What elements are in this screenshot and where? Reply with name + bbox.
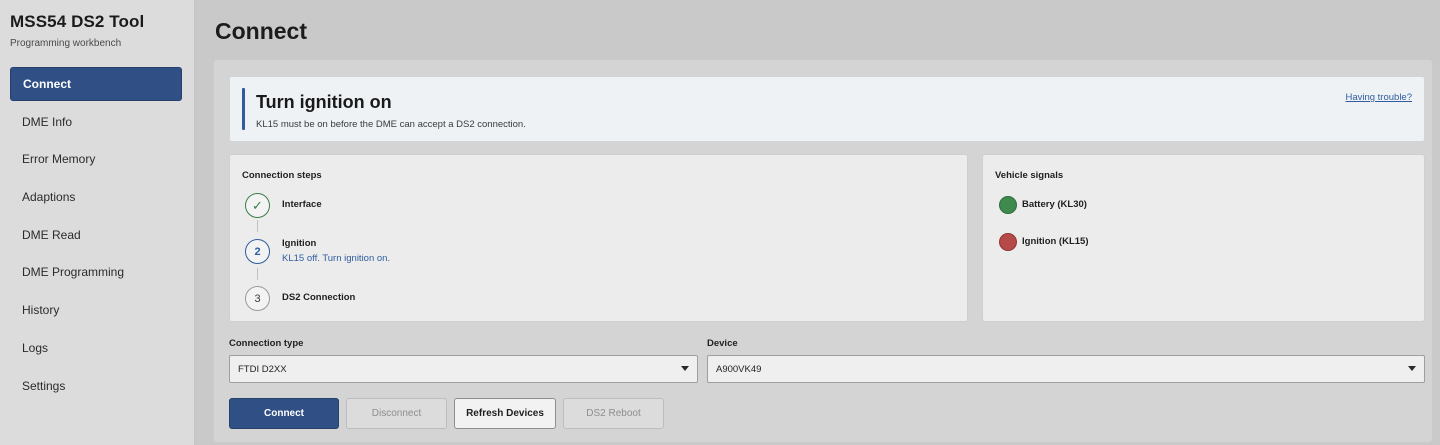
refresh-devices-button[interactable]: Refresh Devices xyxy=(454,398,556,429)
app-subtitle: Programming workbench xyxy=(10,38,122,49)
sidebar-item-settings[interactable]: Settings xyxy=(10,369,182,403)
ds2-reboot-button[interactable]: DS2 Reboot xyxy=(563,398,664,429)
sidebar-item-error-memory[interactable]: Error Memory xyxy=(10,142,182,176)
vehicle-signals-title: Vehicle signals xyxy=(995,170,1064,181)
device-select[interactable]: A900VK49 xyxy=(707,355,1425,383)
sidebar-item-history[interactable]: History xyxy=(10,293,182,327)
alert-accent-bar xyxy=(242,88,245,130)
step-label: DS2 Connection xyxy=(282,292,356,303)
connection-type-label: Connection type xyxy=(229,338,304,349)
sidebar-item-dme-info[interactable]: DME Info xyxy=(10,105,182,139)
connection-type-value: FTDI D2XX xyxy=(238,363,287,375)
step-number: 2 xyxy=(245,239,270,264)
sidebar-item-logs[interactable]: Logs xyxy=(10,331,182,365)
ignition-alert: Turn ignition on KL15 must be on before … xyxy=(229,76,1425,142)
disconnect-button[interactable]: Disconnect xyxy=(346,398,447,429)
chevron-down-icon xyxy=(1408,366,1416,371)
sidebar-item-dme-read[interactable]: DME Read xyxy=(10,218,182,252)
step-number: 3 xyxy=(245,286,270,311)
status-dot-icon xyxy=(999,233,1017,251)
connection-steps-title: Connection steps xyxy=(242,170,322,181)
status-dot-icon xyxy=(999,196,1017,214)
sidebar-item-connect[interactable]: Connect xyxy=(10,67,182,101)
sidebar-item-adaptions[interactable]: Adaptions xyxy=(10,180,182,214)
app-title: MSS54 DS2 Tool xyxy=(10,12,145,31)
vehicle-signals-card: Vehicle signals Battery (KL30) Ignition … xyxy=(982,154,1425,322)
connection-steps-card: Connection steps ✓ Interface 2 Ignition … xyxy=(229,154,968,322)
connect-button[interactable]: Connect xyxy=(229,398,339,429)
having-trouble-link[interactable]: Having trouble? xyxy=(1345,92,1412,103)
sidebar-item-dme-programming[interactable]: DME Programming xyxy=(10,255,182,289)
connection-type-select[interactable]: FTDI D2XX xyxy=(229,355,698,383)
check-icon: ✓ xyxy=(245,193,270,218)
step-connector xyxy=(257,220,258,232)
step-label: Ignition xyxy=(282,238,317,249)
alert-text: KL15 must be on before the DME can accep… xyxy=(256,119,526,130)
page-title: Connect xyxy=(215,18,307,44)
device-label: Device xyxy=(707,338,738,349)
signal-label: Battery (KL30) xyxy=(1022,199,1087,210)
step-status: KL15 off. Turn ignition on. xyxy=(282,253,391,264)
signal-label: Ignition (KL15) xyxy=(1022,236,1089,247)
sidebar-nav: Connect DME Info Error Memory Adaptions … xyxy=(10,67,182,406)
alert-title: Turn ignition on xyxy=(256,92,392,112)
chevron-down-icon xyxy=(681,366,689,371)
device-value: A900VK49 xyxy=(716,363,762,375)
step-label: Interface xyxy=(282,199,322,210)
sidebar: MSS54 DS2 Tool Programming workbench Con… xyxy=(0,0,195,445)
step-connector xyxy=(257,268,258,280)
